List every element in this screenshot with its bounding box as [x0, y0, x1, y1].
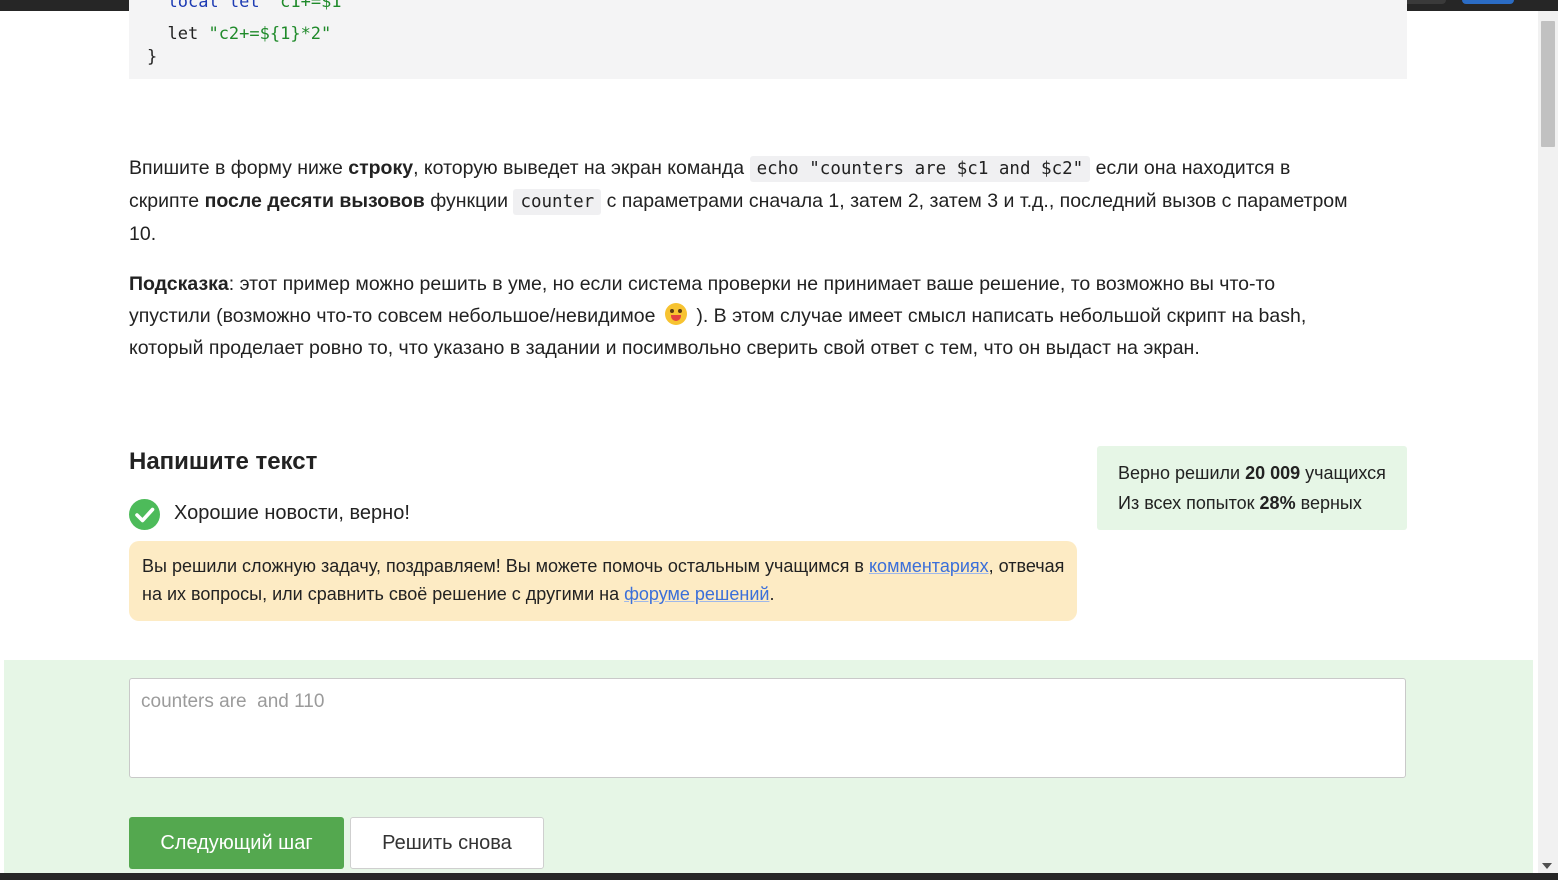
code-line-partial: local let "c1+=$1": [167, 0, 352, 12]
scroll-down-arrow-icon[interactable]: [1542, 863, 1552, 869]
inline-code-counter: counter: [513, 189, 602, 215]
task-hint: Подсказка: этот пример можно решить в ум…: [129, 273, 1307, 359]
stats-attempts: Из всех попыток 28% верных: [1118, 493, 1362, 513]
status-message: Хорошие новости, верно!: [174, 502, 410, 524]
next-step-button[interactable]: Следующий шаг: [129, 817, 344, 869]
stats-panel: Верно решили 20 009 учащихся Из всех поп…: [1097, 446, 1407, 530]
code-block: local let "c1+=$1" let "c2+=${1}*2" }: [129, 0, 1407, 79]
tongue-out-emoji-icon: [664, 303, 687, 325]
code-line-2: let "c2+=${1}*2": [167, 24, 332, 44]
scrollbar-thumb[interactable]: [1541, 21, 1555, 147]
answer-section: counters are and 110 Следующий шаг Решит…: [4, 660, 1533, 873]
checkmark-icon: [129, 499, 160, 530]
top-bar-tab-active: [1462, 0, 1514, 4]
solve-again-button[interactable]: Решить снова: [350, 817, 544, 869]
code-line-3: }: [147, 47, 158, 67]
quiz-title: Напишите текст: [129, 448, 318, 475]
answer-value: counters are and 110: [141, 691, 325, 712]
inline-code-echo: echo "counters are $c1 and $c2": [749, 156, 1091, 182]
task-description: Впишите в форму ниже строку, которую выв…: [129, 156, 1348, 245]
scrollbar[interactable]: [1538, 11, 1558, 873]
answer-textarea[interactable]: counters are and 110: [129, 678, 1406, 778]
solutions-forum-link[interactable]: форуме решений: [624, 584, 769, 604]
feedback-line-1: Вы решили сложную задачу, поздравляем! В…: [142, 556, 1065, 576]
feedback-line-2: на их вопросы, или сравнить своё решение…: [142, 584, 775, 604]
comments-link[interactable]: комментариях: [869, 556, 989, 576]
taskbar: [0, 873, 1558, 880]
feedback-banner: Вы решили сложную задачу, поздравляем! В…: [129, 541, 1077, 621]
stats-solved: Верно решили 20 009 учащихся: [1118, 463, 1386, 483]
